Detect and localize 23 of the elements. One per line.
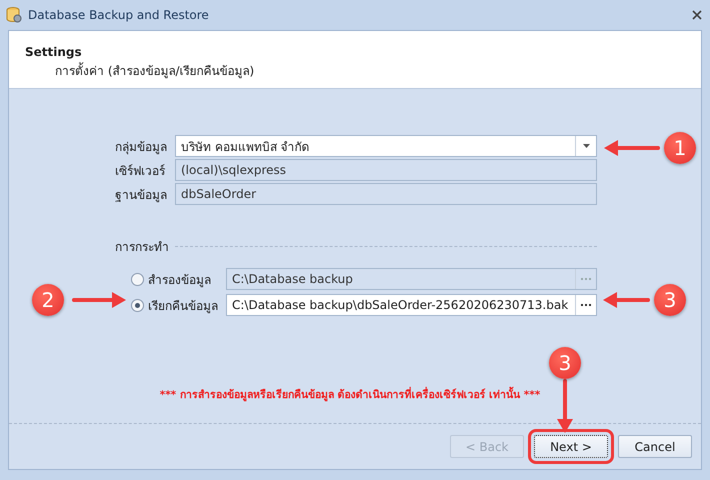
- warning-text: *** การสำรองข้อมูลหรือเรียกคืนข้อมูล ต้องดำเนินการที่เครื่องเซิร์ฟเวอร์ เท่านั้น ***: [160, 386, 540, 403]
- close-icon[interactable]: [692, 10, 702, 20]
- path-field[interactable]: C:\Database backup: [226, 268, 597, 290]
- wizard-button[interactable]: Cancel: [618, 435, 692, 458]
- field-label: เซิร์ฟเวอร์: [115, 162, 166, 180]
- field-label: ฐานข้อมูล: [115, 186, 168, 204]
- path-field[interactable]: C:\Database backup\dbSaleOrder-25620206230713.bak: [226, 294, 597, 316]
- radio-label[interactable]: เรียกคืนข้อมูล: [144, 296, 226, 314]
- arrow: [72, 292, 126, 308]
- database-icon: [6, 7, 22, 23]
- field-label: กลุ่มข้อมูล: [115, 138, 168, 156]
- radio-label[interactable]: สำรองข้อมูล: [144, 270, 226, 288]
- section-title: การกระทำ: [115, 239, 169, 256]
- page-title: Settings: [25, 45, 82, 59]
- radio-button[interactable]: [131, 298, 144, 312]
- dropdown-field[interactable]: บริษัท คอมแพทบิส จำกัด: [175, 135, 597, 157]
- page-subtitle: การตั้งค่า (สำรองข้อมูล/เรียกคืนข้อมูล): [54, 61, 254, 80]
- arrow: [603, 292, 650, 308]
- dropdown-arrow-icon[interactable]: [582, 144, 590, 148]
- arrow: [557, 379, 573, 433]
- arrow: [604, 140, 660, 156]
- window-title: Database Backup and Restore: [28, 8, 210, 22]
- radio-button[interactable]: [131, 272, 144, 286]
